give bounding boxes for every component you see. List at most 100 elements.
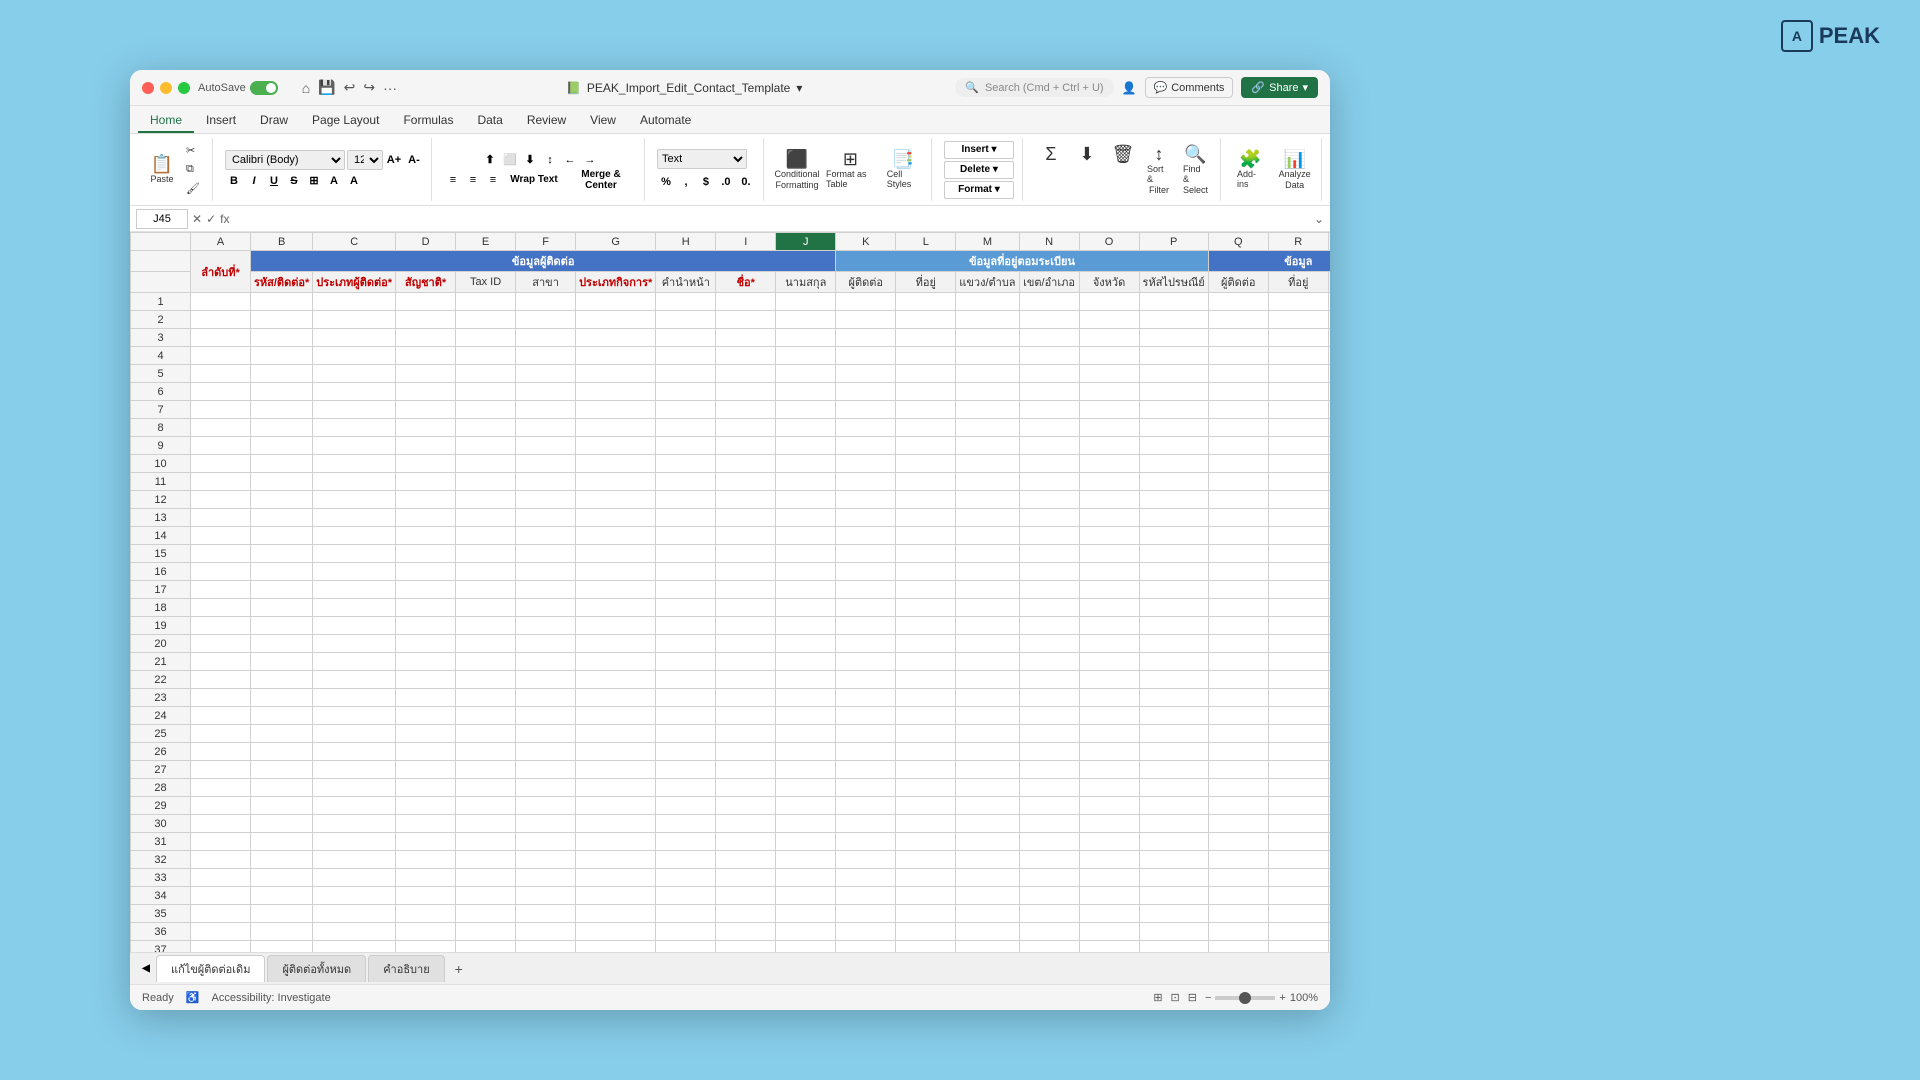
save-icon[interactable]: 💾	[318, 79, 335, 96]
cell-30-2[interactable]	[313, 815, 396, 833]
cell-21-18[interactable]	[1328, 653, 1330, 671]
cell-7-4[interactable]	[456, 401, 516, 419]
cell-20-10[interactable]	[836, 635, 896, 653]
cell-4-13[interactable]	[1019, 347, 1079, 365]
cell-24-6[interactable]	[576, 707, 656, 725]
col-header-G[interactable]: G	[576, 233, 656, 251]
cell-1J[interactable]	[776, 293, 836, 311]
cell-29-7[interactable]	[656, 797, 716, 815]
zoom-out-icon[interactable]: −	[1205, 992, 1211, 1004]
cell-31-4[interactable]	[456, 833, 516, 851]
cell-33-1[interactable]	[251, 869, 313, 887]
cell-31-6[interactable]	[576, 833, 656, 851]
cell-8-13[interactable]	[1019, 419, 1079, 437]
maximize-button[interactable]	[178, 82, 190, 94]
increase-font-button[interactable]: A+	[385, 151, 403, 169]
cell-23-7[interactable]	[656, 689, 716, 707]
cell-9-16[interactable]	[1208, 437, 1268, 455]
cell-6-9[interactable]	[776, 383, 836, 401]
cell-36-7[interactable]	[656, 923, 716, 941]
number-format-select[interactable]: Text	[657, 149, 747, 169]
cell-4-11[interactable]	[896, 347, 956, 365]
cell-8-18[interactable]	[1328, 419, 1330, 437]
cell-26-14[interactable]	[1079, 743, 1139, 761]
cell-3R[interactable]	[1268, 329, 1328, 347]
cell-20-18[interactable]	[1328, 635, 1330, 653]
comments-button[interactable]: 💬 Comments	[1145, 77, 1234, 98]
cell-12-1[interactable]	[251, 491, 313, 509]
cell-28-0[interactable]	[191, 779, 251, 797]
cell-31-14[interactable]	[1079, 833, 1139, 851]
cell-26-9[interactable]	[776, 743, 836, 761]
cell-28-7[interactable]	[656, 779, 716, 797]
cell-34-5[interactable]	[516, 887, 576, 905]
cell-28-13[interactable]	[1019, 779, 1079, 797]
cell-3Q[interactable]	[1208, 329, 1268, 347]
cell-9-5[interactable]	[516, 437, 576, 455]
cell-9-0[interactable]	[191, 437, 251, 455]
share-button[interactable]: 🔗 Share ▾	[1241, 77, 1318, 98]
cell-6-1[interactable]	[251, 383, 313, 401]
cell-23-10[interactable]	[836, 689, 896, 707]
cell-5-11[interactable]	[896, 365, 956, 383]
cell-17-2[interactable]	[313, 581, 396, 599]
cell-34-8[interactable]	[716, 887, 776, 905]
cell-35-7[interactable]	[656, 905, 716, 923]
cell-17-10[interactable]	[836, 581, 896, 599]
merge-center-button[interactable]: Merge & Center	[566, 171, 636, 189]
cell-32-7[interactable]	[656, 851, 716, 869]
cell-37-11[interactable]	[896, 941, 956, 953]
cell-30-7[interactable]	[656, 815, 716, 833]
cell-22-1[interactable]	[251, 671, 313, 689]
cell-34-14[interactable]	[1079, 887, 1139, 905]
cell-22-2[interactable]	[313, 671, 396, 689]
cell-1C[interactable]	[313, 293, 396, 311]
cell-33-10[interactable]	[836, 869, 896, 887]
cell-34-11[interactable]	[896, 887, 956, 905]
cell-7-12[interactable]	[956, 401, 1019, 419]
cell-6-17[interactable]	[1268, 383, 1328, 401]
insert-function-icon[interactable]: fx	[220, 212, 229, 226]
cell-14-6[interactable]	[576, 527, 656, 545]
cell-11-8[interactable]	[716, 473, 776, 491]
cell-2E[interactable]	[456, 311, 516, 329]
cell-32-11[interactable]	[896, 851, 956, 869]
cell-16-16[interactable]	[1208, 563, 1268, 581]
cell-2F[interactable]	[516, 311, 576, 329]
col-header-E[interactable]: E	[456, 233, 516, 251]
cell-34-9[interactable]	[776, 887, 836, 905]
cell-27-0[interactable]	[191, 761, 251, 779]
cell-31-16[interactable]	[1208, 833, 1268, 851]
cell-27-4[interactable]	[456, 761, 516, 779]
cell-21-16[interactable]	[1208, 653, 1268, 671]
cell-33-6[interactable]	[576, 869, 656, 887]
cell-7-8[interactable]	[716, 401, 776, 419]
cell-25-14[interactable]	[1079, 725, 1139, 743]
cell-34-3[interactable]	[396, 887, 456, 905]
cell-10-17[interactable]	[1268, 455, 1328, 473]
autosave-toggle[interactable]	[250, 81, 278, 95]
cell-34-18[interactable]	[1328, 887, 1330, 905]
cell-34-17[interactable]	[1268, 887, 1328, 905]
cell-6-5[interactable]	[516, 383, 576, 401]
cell-18-17[interactable]	[1268, 599, 1328, 617]
cell-9-10[interactable]	[836, 437, 896, 455]
cell-19-18[interactable]	[1328, 617, 1330, 635]
cell-15-2[interactable]	[313, 545, 396, 563]
cell-4-15[interactable]	[1139, 347, 1208, 365]
cell-25-8[interactable]	[716, 725, 776, 743]
bold-button[interactable]: B	[225, 172, 243, 190]
cell-10-14[interactable]	[1079, 455, 1139, 473]
cell-28-3[interactable]	[396, 779, 456, 797]
cell-33-11[interactable]	[896, 869, 956, 887]
undo-icon[interactable]: ↩	[344, 79, 356, 96]
cell-13-8[interactable]	[716, 509, 776, 527]
cell-26-16[interactable]	[1208, 743, 1268, 761]
cell-21-11[interactable]	[896, 653, 956, 671]
cell-3F[interactable]	[516, 329, 576, 347]
cell-36-9[interactable]	[776, 923, 836, 941]
cell-10-2[interactable]	[313, 455, 396, 473]
cell-15-14[interactable]	[1079, 545, 1139, 563]
cell-3N[interactable]	[1019, 329, 1079, 347]
cell-14-5[interactable]	[516, 527, 576, 545]
